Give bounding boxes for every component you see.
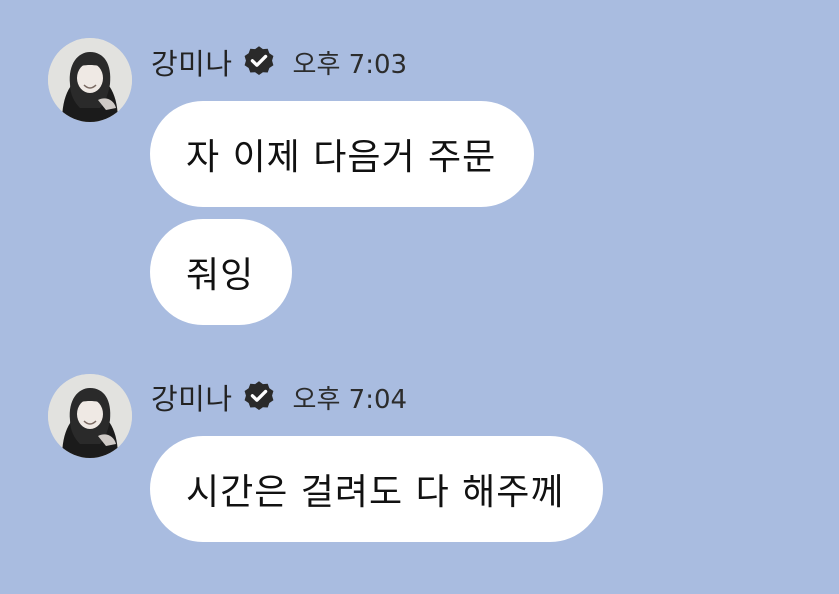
message-header: 강미나 오후 7:03 <box>151 42 407 82</box>
profile-photo-icon <box>48 374 132 458</box>
message-bubble[interactable]: 자 이제 다음거 주문 <box>150 101 535 207</box>
verified-check-icon <box>244 381 273 411</box>
message-time: 오후 7:03 <box>292 49 408 80</box>
avatar[interactable] <box>48 374 132 458</box>
sender-name[interactable]: 강미나 <box>151 376 233 418</box>
avatar[interactable] <box>48 38 132 122</box>
message-text: 줘잉 <box>186 255 255 296</box>
verified-check-icon <box>244 46 273 76</box>
message-bubble[interactable]: 줘잉 <box>150 219 293 325</box>
message-header: 강미나 오후 7:04 <box>151 377 407 417</box>
profile-photo-icon <box>48 38 132 122</box>
message-text: 시간은 걸려도 다 해주께 <box>186 472 565 513</box>
message-bubble[interactable]: 시간은 걸려도 다 해주께 <box>150 436 603 542</box>
message-text: 자 이제 다음거 주문 <box>186 137 497 178</box>
sender-name[interactable]: 강미나 <box>151 41 233 83</box>
message-time: 오후 7:04 <box>292 384 408 415</box>
